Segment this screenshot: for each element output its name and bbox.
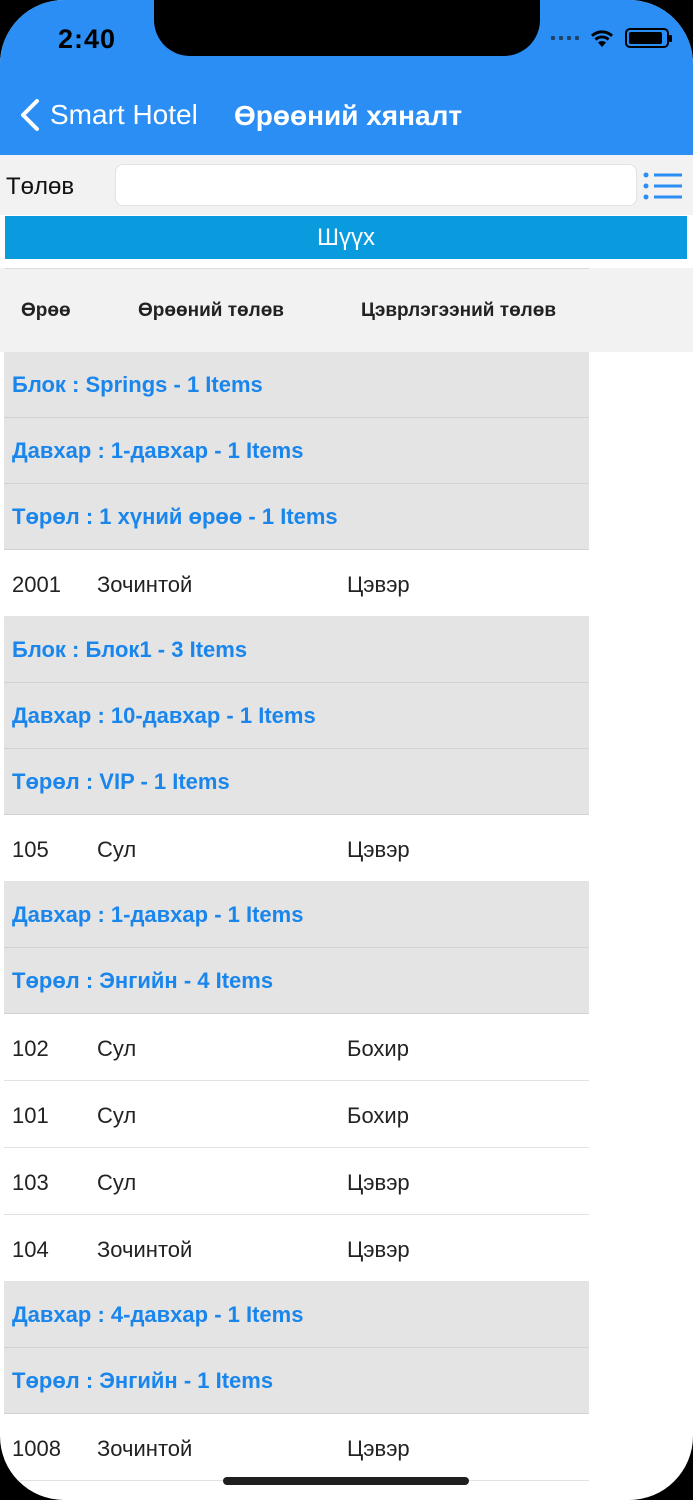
cleaning-status: Цэвэр bbox=[347, 1237, 410, 1262]
room-status: Сул bbox=[97, 1170, 137, 1195]
status-icons bbox=[551, 28, 672, 48]
group-header[interactable]: Төрөл : Энгийн - 1 Items bbox=[4, 1348, 589, 1414]
cleaning-status: Цэвэр bbox=[347, 837, 410, 862]
filter-label: Төлөв bbox=[6, 173, 75, 200]
group-header[interactable]: Төрөл : Энгийн - 4 Items bbox=[4, 948, 589, 1014]
table-row[interactable]: 103 Сул Цэвэр bbox=[4, 1148, 589, 1215]
room-status: Зочинтой bbox=[97, 1436, 193, 1461]
signal-icon bbox=[551, 36, 579, 40]
group-header[interactable]: Төрөл : 1 хүний өрөө - 1 Items bbox=[4, 484, 589, 550]
table-row[interactable]: 102 Сул Бохир bbox=[4, 1014, 589, 1081]
room-status: Сул bbox=[97, 837, 137, 862]
cleaning-status: Бохир bbox=[347, 1036, 409, 1061]
phone-screen: 2:40 Smart Hotel Өрөөний хяналт Төлөв Шү… bbox=[0, 0, 693, 1500]
filter-row: Төлөв bbox=[0, 155, 693, 215]
nav-bar: 2:40 Smart Hotel Өрөөний хяналт bbox=[0, 0, 693, 155]
room-number: 101 bbox=[12, 1103, 49, 1128]
cleaning-status: Бохир bbox=[347, 1103, 409, 1128]
chevron-left-icon bbox=[21, 99, 39, 131]
table-row[interactable]: 101 Сул Бохир bbox=[4, 1081, 589, 1148]
group-header[interactable]: Төрөл : VIP - 1 Items bbox=[4, 749, 589, 815]
room-number: 1008 bbox=[12, 1436, 61, 1461]
page-title: Өрөөний хяналт bbox=[234, 100, 463, 131]
group-header[interactable]: Давхар : 1-давхар - 1 Items bbox=[4, 882, 589, 948]
divider bbox=[5, 268, 589, 269]
group-header[interactable]: Блок : Блок1 - 3 Items bbox=[4, 617, 589, 683]
wifi-icon bbox=[591, 30, 613, 47]
group-header[interactable]: Блок : Springs - 1 Items bbox=[4, 352, 589, 418]
column-header-cleaning-status: Цэврлэгээний төлөв bbox=[361, 300, 557, 321]
table-row[interactable]: 104 Зочинтой Цэвэр bbox=[4, 1215, 589, 1282]
table-header: Өрөө Өрөөний төлөв Цэврлэгээний төлөв bbox=[0, 268, 693, 352]
room-list: Блок : Springs - 1 Items Давхар : 1-давха… bbox=[4, 352, 589, 1481]
room-number: 103 bbox=[12, 1170, 49, 1195]
group-header[interactable]: Давхар : 1-давхар - 1 Items bbox=[4, 418, 589, 484]
search-button[interactable]: Шүүх bbox=[5, 216, 687, 259]
battery-icon bbox=[625, 28, 672, 48]
cleaning-status: Цэвэр bbox=[347, 1170, 410, 1195]
room-number: 105 bbox=[12, 837, 49, 862]
room-status: Сул bbox=[97, 1103, 137, 1128]
group-header[interactable]: Давхар : 10-давхар - 1 Items bbox=[4, 683, 589, 749]
room-status: Зочинтой bbox=[97, 572, 193, 597]
home-indicator[interactable] bbox=[223, 1477, 469, 1485]
room-status: Зочинтой bbox=[97, 1237, 193, 1262]
column-header-room: Өрөө bbox=[21, 300, 71, 321]
table-row[interactable]: 1008 Зочинтой Цэвэр bbox=[4, 1414, 589, 1481]
cleaning-status: Цэвэр bbox=[347, 572, 410, 597]
status-filter-input[interactable] bbox=[115, 164, 637, 206]
room-number: 2001 bbox=[12, 572, 61, 597]
back-button[interactable]: Smart Hotel bbox=[18, 98, 198, 132]
column-header-room-status: Өрөөний төлөв bbox=[138, 300, 284, 321]
list-icon[interactable] bbox=[642, 171, 684, 201]
group-header[interactable]: Давхар : 4-давхар - 1 Items bbox=[4, 1282, 589, 1348]
status-time: 2:40 bbox=[58, 24, 117, 54]
cleaning-status: Цэвэр bbox=[347, 1436, 410, 1461]
room-status: Сул bbox=[97, 1036, 137, 1061]
table-row[interactable]: 2001 Зочинтой Цэвэр bbox=[4, 550, 589, 617]
notch bbox=[154, 0, 540, 56]
table-row[interactable]: 105 Сул Цэвэр bbox=[4, 815, 589, 882]
room-number: 104 bbox=[12, 1237, 49, 1262]
room-number: 102 bbox=[12, 1036, 49, 1061]
back-label: Smart Hotel bbox=[50, 99, 198, 130]
